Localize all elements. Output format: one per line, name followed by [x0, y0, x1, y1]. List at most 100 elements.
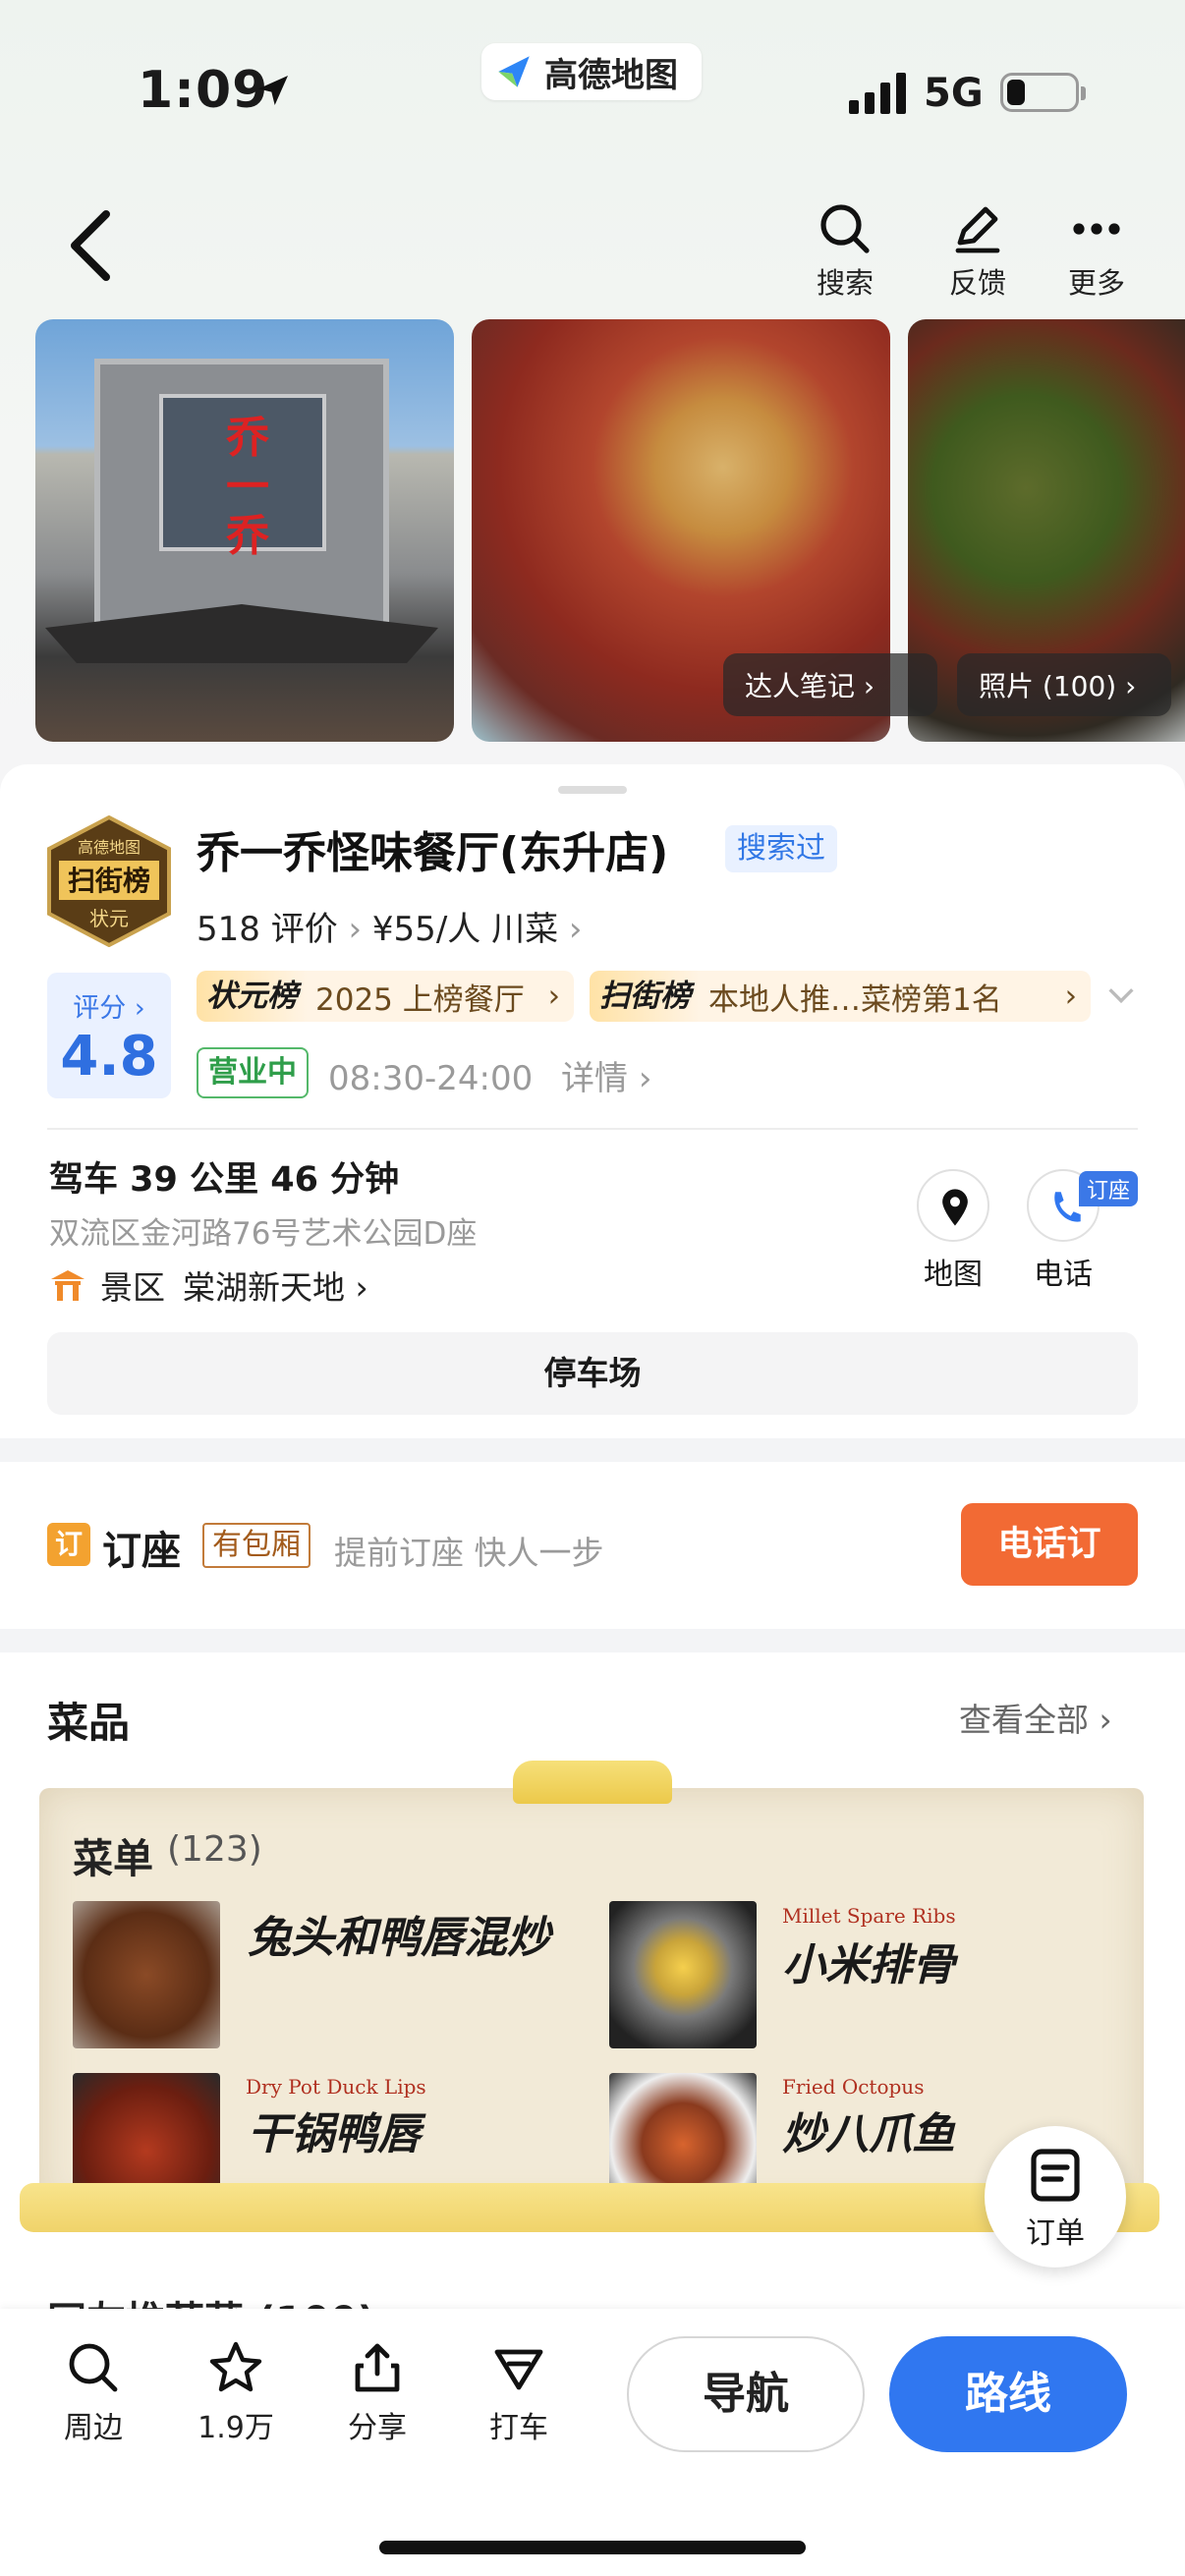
open-status-badge: 营业中	[197, 1047, 309, 1098]
ranking-badge-icon: 高德地图 扫街榜 状元	[47, 815, 171, 947]
menu-count: (123)	[167, 1829, 262, 1870]
sheet-handle[interactable]	[558, 786, 627, 794]
favorite-count: 1.9万	[198, 2411, 274, 2445]
share-label: 分享	[348, 2411, 407, 2445]
network-type: 5G	[924, 71, 984, 116]
map-label: 地图	[924, 1258, 983, 1292]
rank-tag-name: 状元榜	[197, 971, 308, 1022]
order-list-icon	[1031, 2149, 1080, 2202]
order-label: 订单	[1026, 2216, 1085, 2251]
section-gap	[0, 1629, 1185, 1652]
more-dots-icon	[1073, 223, 1120, 235]
taxi-flag-icon	[494, 2349, 543, 2390]
menu-title: 菜单	[73, 1835, 153, 1882]
business-hours[interactable]: 08:30-24:00 详情 ›	[328, 1051, 651, 1099]
photo-carousel[interactable]: 乔一乔 达人笔记 › 照片 (100) ›	[35, 319, 1185, 742]
more-button[interactable]: 更多	[1047, 201, 1146, 300]
dish-english-name: Fried Octopus	[782, 2075, 925, 2099]
search-icon	[820, 204, 870, 253]
building-facade: 乔一乔	[94, 359, 389, 634]
map-pin-icon	[942, 1189, 968, 1226]
rank-tag-zhuangyuan[interactable]: 状元榜 2025 上榜餐厅 ›	[197, 971, 574, 1022]
favorite-button[interactable]: 1.9万	[187, 2340, 285, 2446]
dish-name[interactable]: 小米排骨	[782, 1930, 955, 1992]
order-button[interactable]: 订单	[985, 2126, 1126, 2268]
see-all-link[interactable]: 查看全部 ›	[959, 1694, 1112, 1741]
nearby-button[interactable]: 周边	[44, 2340, 142, 2446]
booking-icon: 订	[47, 1523, 90, 1566]
home-indicator[interactable]	[379, 2541, 806, 2554]
hours-details: 详情 ›	[561, 1059, 652, 1098]
address[interactable]: 双流区金河路76号艺术公园D座	[49, 1208, 477, 1253]
hours-text: 08:30-24:00	[328, 1059, 534, 1098]
dish-name[interactable]: 炒八爪鱼	[782, 2099, 955, 2161]
badge-brand: 高德地图	[78, 838, 141, 857]
search-button[interactable]: 搜索	[796, 201, 894, 300]
back-chevron-icon[interactable]	[59, 206, 122, 285]
drive-distance: 驾车 39 公里 46 分钟	[49, 1160, 400, 1200]
dishes-title: 菜品	[47, 1699, 131, 1747]
amap-logo-icon	[498, 56, 530, 87]
dish-photo[interactable]	[73, 1901, 220, 2048]
poi-meta: 518 评价 › ¥55/人 川菜 ›	[197, 910, 583, 949]
chevron-down-icon[interactable]	[1104, 979, 1138, 1012]
section-gap	[0, 1438, 1185, 1462]
storefront-photo[interactable]: 乔一乔	[35, 319, 454, 742]
search-icon	[69, 2343, 118, 2392]
scenic-prefix: 景区	[100, 1268, 165, 1307]
share-button[interactable]: 分享	[328, 2340, 426, 2446]
searched-tag: 搜索过	[725, 825, 837, 872]
dish-photo[interactable]	[609, 1901, 757, 2048]
booking-mini-tag: 订座	[1079, 1171, 1139, 1206]
app-pill[interactable]: 高德地图	[481, 43, 702, 100]
score-card[interactable]: 评分 › 4.8	[47, 973, 171, 1098]
menu-clip	[513, 1761, 672, 1804]
expert-notes-tag[interactable]: 达人笔记 ›	[723, 653, 937, 716]
star-icon	[209, 2341, 262, 2392]
divider	[47, 1128, 1138, 1130]
app-name: 高德地图	[544, 55, 678, 95]
dish-name[interactable]: 兔头和鸭唇混炒	[248, 1902, 550, 1965]
poi-title: 乔一乔怪味餐厅(东升店)	[197, 828, 669, 878]
feedback-button[interactable]: 反馈	[929, 201, 1027, 300]
dish-english-name: Dry Pot Duck Lips	[246, 2075, 426, 2099]
signal-icon	[849, 73, 906, 114]
badge-name: 扫街榜	[68, 865, 150, 897]
map-button[interactable]: 地图	[909, 1169, 997, 1293]
rank-tag-saojie[interactable]: 扫街榜 本地人推…菜榜第1名 ›	[590, 971, 1091, 1022]
review-count[interactable]: 518 评价	[197, 910, 338, 949]
booking-title: 订座	[102, 1529, 181, 1574]
status-time: 1:09	[138, 61, 269, 120]
dish-name[interactable]: 干锅鸭唇	[248, 2099, 421, 2161]
rank-tag-text: 本地人推…菜榜第1名	[708, 981, 1002, 1018]
scenic-name: 棠湖新天地 ›	[183, 1268, 368, 1307]
feedback-label: 反馈	[948, 266, 1006, 300]
share-icon	[355, 2343, 400, 2392]
navigate-button[interactable]: 导航	[627, 2336, 865, 2452]
phone-booking-button[interactable]: 电话订	[961, 1503, 1138, 1586]
phone-icon	[1054, 1192, 1081, 1222]
location-arrow-icon	[258, 76, 288, 105]
status-bar: 1:09 高德地图 5G	[0, 0, 1185, 187]
parking-button[interactable]: 停车场	[47, 1332, 1138, 1415]
route-button[interactable]: 路线	[889, 2336, 1127, 2452]
dish-english-name: Millet Spare Ribs	[782, 1904, 956, 1928]
phone-label: 电话	[1034, 1258, 1093, 1292]
price-per-person: ¥55/人	[371, 910, 481, 949]
score-value: 4.8	[60, 1025, 158, 1089]
rank-tag-text: 2025 上榜餐厅	[315, 981, 525, 1018]
taxi-button[interactable]: 打车	[470, 2340, 568, 2446]
score-label: 评分 ›	[73, 993, 145, 1024]
scenic-gate-icon	[51, 1270, 85, 1301]
search-label: 搜索	[816, 266, 874, 300]
rank-tag-name: 扫街榜	[590, 971, 701, 1022]
more-label: 更多	[1067, 266, 1125, 300]
scenic-area-link[interactable]: 景区 棠湖新天地 ›	[49, 1261, 368, 1309]
cuisine-type[interactable]: 川菜	[491, 910, 558, 949]
booking-subtitle: 提前订座 快人一步	[334, 1534, 604, 1572]
private-room-tag: 有包厢	[202, 1523, 310, 1568]
nearby-label: 周边	[64, 2411, 123, 2445]
restaurant-sign: 乔一乔	[226, 413, 269, 561]
taxi-label: 打车	[489, 2411, 548, 2445]
photos-count-tag[interactable]: 照片 (100) ›	[957, 653, 1171, 716]
